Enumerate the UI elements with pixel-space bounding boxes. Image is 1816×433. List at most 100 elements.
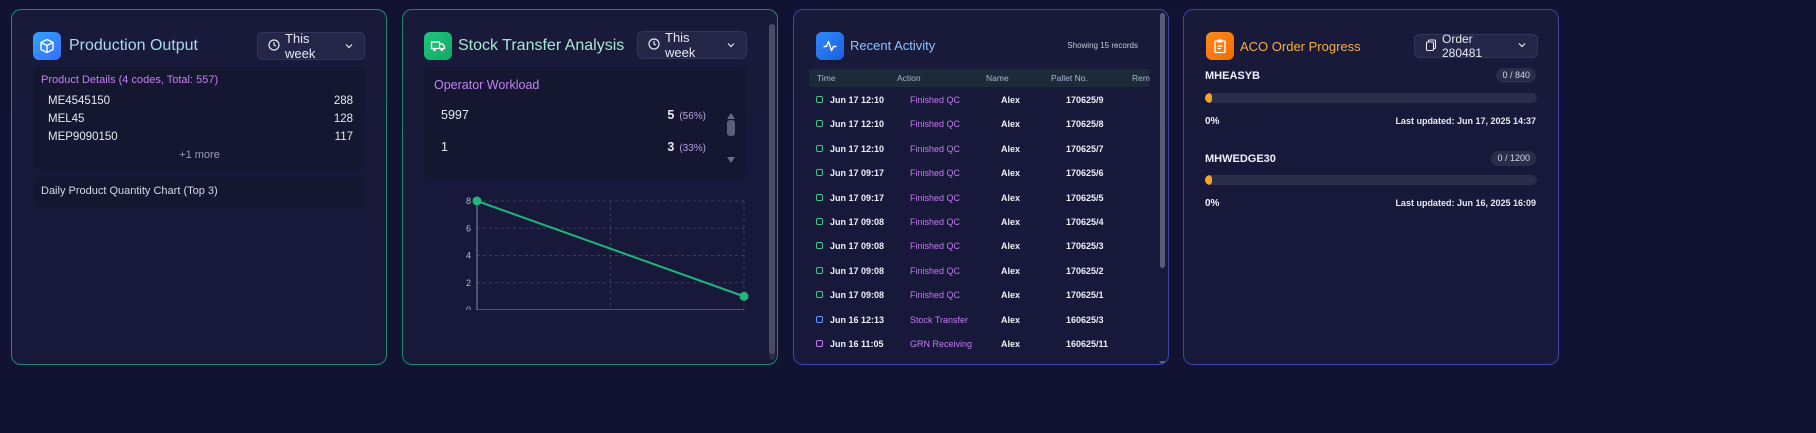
aco-order-progress-card: ACO Order Progress Order 280481 MHEASYB …: [1183, 9, 1559, 365]
progress-percent: 0%: [1205, 116, 1220, 127]
chevron-down-icon: [1517, 39, 1527, 53]
card-title: Recent Activity: [850, 38, 936, 53]
scrollbar-thumb[interactable]: [727, 120, 735, 136]
activity-action: Finished QC: [910, 143, 961, 154]
list-item: MEP9090150 117: [48, 131, 353, 143]
list-item: ME4545150 288: [48, 95, 353, 107]
scroll-down-arrow[interactable]: [1158, 354, 1167, 364]
pallet-number: 170625/5: [1066, 192, 1104, 203]
activity-time: Jun 17 12:10: [830, 143, 885, 154]
chevron-down-icon: [726, 38, 736, 53]
column-header: Pallet No.: [1051, 73, 1088, 83]
clipboard-icon: [816, 218, 823, 225]
table-row[interactable]: Jun 17 09:08 Finished QC Alex 170625/2: [809, 261, 1149, 285]
table-row[interactable]: Jun 17 09:08 Finished QC Alex 170625/3: [809, 236, 1149, 260]
cube-icon: [33, 32, 61, 60]
more-link[interactable]: +1 more: [34, 149, 365, 161]
daily-chart-panel: Daily Product Quantity Chart (Top 3): [34, 177, 365, 207]
records-count: Showing 15 records: [1067, 41, 1138, 50]
scrollbar-track[interactable]: [769, 24, 775, 360]
clipboard-icon: [816, 169, 823, 177]
activity-time: Jun 16 12:13: [830, 314, 885, 325]
stock-transfer-card: Stock Transfer Analysis This week Operat…: [402, 9, 778, 365]
activity-time: Jun 17 09:17: [830, 192, 885, 203]
clipboard-icon: [816, 96, 823, 103]
clipboard-icon: [816, 242, 823, 250]
pallet-number: 160625/3: [1066, 314, 1104, 325]
scroll-down-arrow[interactable]: [726, 151, 736, 169]
activity-name: Alex: [1001, 192, 1021, 203]
y-tick-label: 8: [466, 196, 471, 206]
activity-action: Finished QC: [910, 168, 961, 179]
column-header: Time: [817, 73, 836, 83]
table-row[interactable]: Jun 16 12:13 Stock Transfer Alex 160625/3: [809, 310, 1149, 334]
list-item: 5997 5 (56%): [441, 108, 706, 122]
y-tick-label: 2: [466, 278, 471, 288]
activity-name: Alex: [1001, 265, 1021, 276]
document-icon: [816, 340, 823, 347]
product-qty: 288: [333, 95, 353, 107]
scrollbar-thumb[interactable]: [1160, 13, 1165, 268]
order-count-badge: 0 / 840: [1496, 68, 1536, 83]
operator-id: 1: [441, 140, 448, 154]
data-point: [739, 291, 749, 301]
production-output-card: Production Output This week Product Deta…: [11, 9, 387, 365]
pallet-number: 170625/3: [1066, 241, 1104, 252]
product-code: MEL45: [48, 113, 85, 125]
pallet-number: 170625/6: [1066, 168, 1104, 179]
list-item: MEL45 128: [48, 113, 353, 125]
y-tick-label: 0: [466, 305, 471, 310]
pallet-number: 170625/9: [1066, 95, 1104, 105]
clipboard-icon: [1206, 32, 1234, 60]
table-row[interactable]: Jun 17 09:17 Finished QC Alex 170625/6: [809, 163, 1149, 187]
table-header: Time Action Name Pallet No. Rem: [809, 69, 1150, 87]
card-title: Stock Transfer Analysis: [458, 37, 625, 54]
pallet-number: 170625/7: [1066, 143, 1104, 154]
activity-name: Alex: [1001, 339, 1021, 349]
activity-name: Alex: [1001, 217, 1021, 227]
table-row[interactable]: Jun 17 09:17 Finished QC Alex 170625/5: [809, 188, 1149, 212]
activity-action: Finished QC: [910, 265, 961, 276]
order-code: MHEASYB: [1205, 70, 1261, 82]
activity-time: Jun 17 09:17: [830, 168, 885, 179]
progress-percent: 0%: [1205, 198, 1220, 209]
truck-icon: [424, 32, 452, 60]
activity-name: Alex: [1001, 119, 1021, 130]
product-qty: 128: [333, 113, 353, 125]
operator-pct: (56%): [679, 111, 706, 122]
table-row[interactable]: Jun 17 09:08 Finished QC Alex 170625/1: [809, 285, 1149, 309]
clock-icon: [268, 38, 280, 54]
progress-fill: [1205, 175, 1213, 185]
last-updated: Last updated: Jun 17, 2025 14:37: [1395, 116, 1536, 126]
pallet-number: 170625/4: [1066, 217, 1104, 227]
table-row[interactable]: Jun 16 11:05 GRN Receiving Alex 160625/11: [809, 334, 1149, 358]
product-code: ME4545150: [48, 95, 111, 107]
recent-activity-card: Recent Activity Showing 15 records Time …: [793, 9, 1169, 365]
activity-action: Finished QC: [910, 95, 961, 105]
chevron-down-icon: [344, 39, 354, 54]
period-select[interactable]: This week: [637, 30, 747, 60]
product-code: MEP9090150: [48, 131, 118, 143]
last-updated: Last updated: Jun 16, 2025 16:09: [1395, 198, 1536, 208]
table-row[interactable]: Jun 17 09:08 Finished QC Alex 170625/4: [809, 212, 1149, 236]
table-row[interactable]: Jun 17 12:10 Finished QC Alex 170625/8: [809, 114, 1149, 138]
progress-bar: [1205, 93, 1537, 103]
activity-action: Finished QC: [910, 241, 961, 252]
table-row[interactable]: Jun 17 12:10 Finished QC Alex 170625/9: [809, 90, 1149, 114]
activity-name: Alex: [1001, 95, 1021, 105]
activity-name: Alex: [1001, 314, 1021, 325]
progress-bar: [1205, 175, 1537, 185]
operator-count: 3: [667, 140, 675, 154]
table-row[interactable]: Jun 17 12:10 Finished QC Alex 170625/7: [809, 139, 1149, 163]
clipboard-icon: [816, 120, 823, 128]
order-select[interactable]: Order 280481: [1414, 32, 1538, 60]
period-select[interactable]: This week: [257, 31, 365, 61]
product-qty: 117: [334, 131, 353, 143]
activity-icon: [816, 32, 844, 60]
scrollbar-thumb[interactable]: [769, 24, 775, 354]
operator-workload-title: Operator Workload: [434, 78, 540, 92]
progress-fill: [1205, 93, 1213, 103]
activity-action: Stock Transfer: [910, 314, 969, 325]
truck-icon: [816, 315, 823, 323]
column-header: Action: [897, 73, 921, 83]
